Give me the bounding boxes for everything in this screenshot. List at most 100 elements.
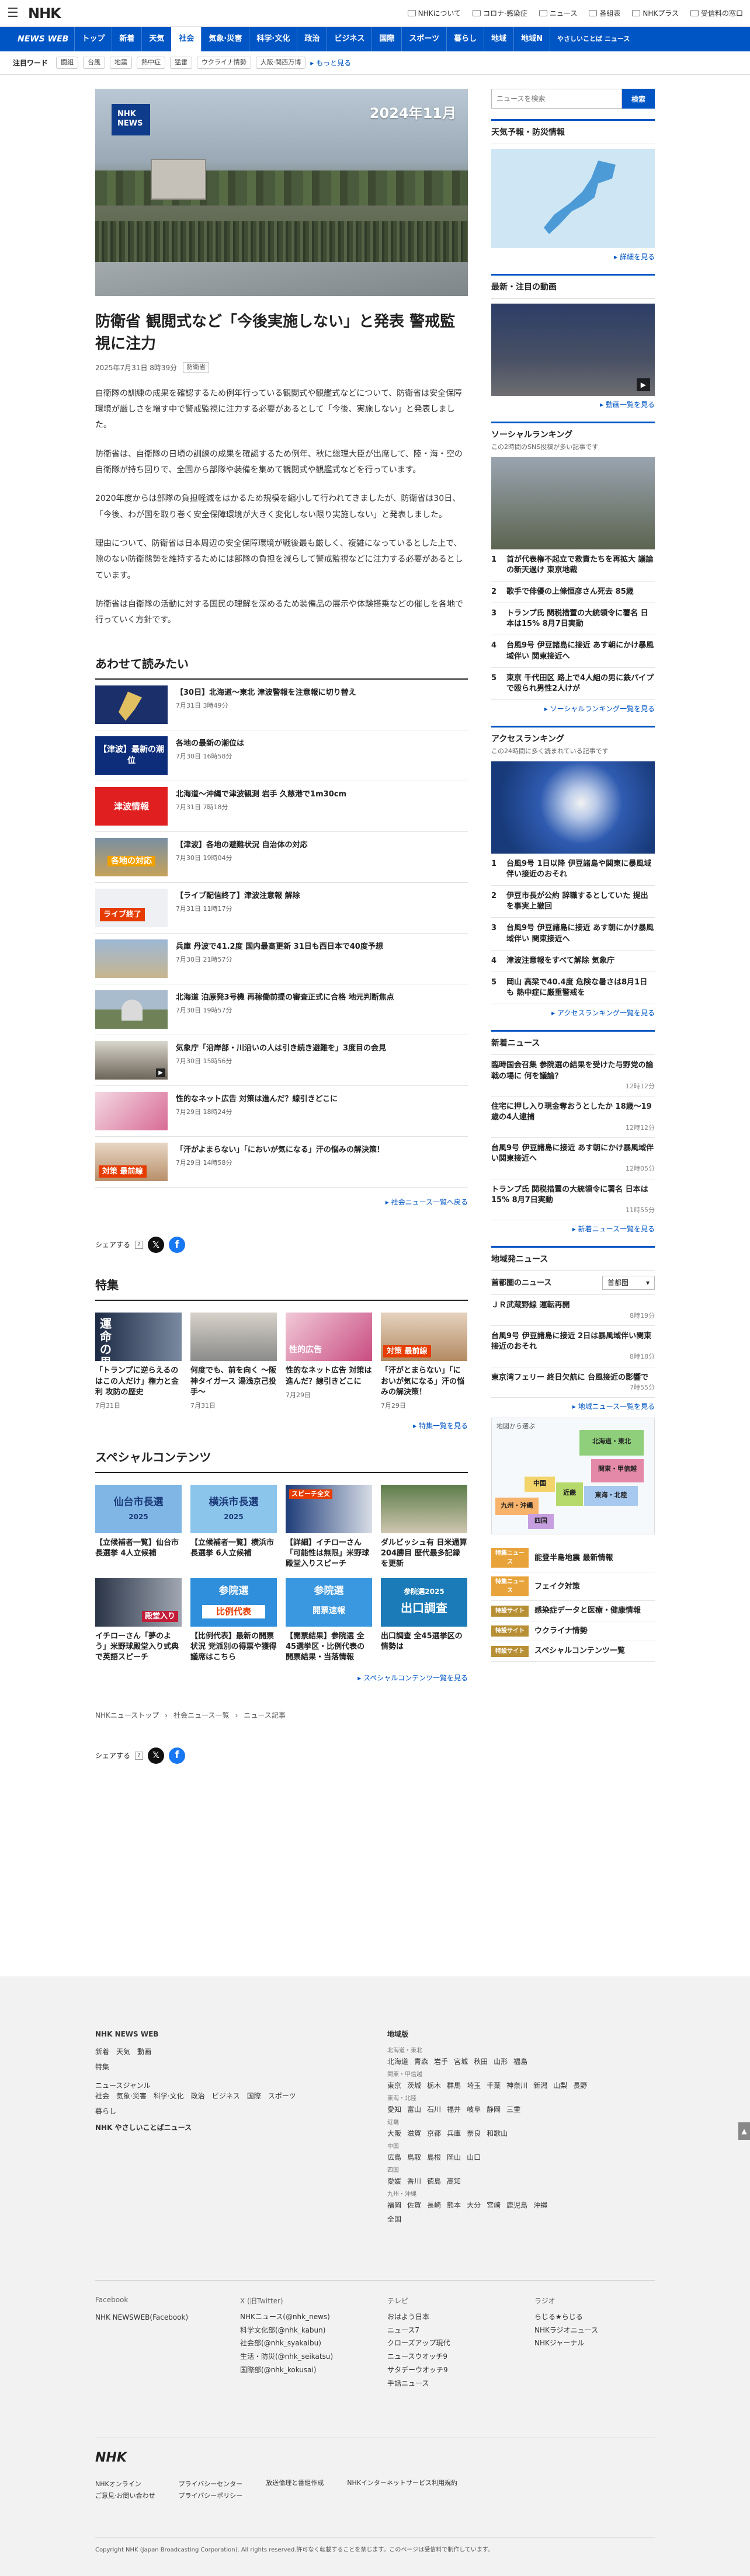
footer-link[interactable]: 社会部(@nhk_syakaibu) — [240, 2337, 369, 2350]
nav-item-politics[interactable]: 政治 — [297, 27, 327, 51]
related-item[interactable]: ライブ終了 【ライブ配信終了】津波注意報 解除 7月31日 11時17分 — [95, 883, 468, 934]
related-item[interactable]: 各地の対応 【津波】各地の避難状況 自治体の対応 7月30日 19時04分 — [95, 832, 468, 883]
footer-pref-link[interactable]: 新潟 — [533, 2080, 547, 2091]
topic-link[interactable]: 特設サイト スペシャルコンテンツ一覧 — [491, 1641, 655, 1662]
footer-nhk-logo[interactable]: NHK — [95, 2448, 127, 2467]
related-item[interactable]: 性的なネット広告 対策は進んだ？線引きどこに 7月29日 18時24分 — [95, 1086, 468, 1137]
footer-pref-link[interactable]: 大分 — [467, 2200, 481, 2211]
footer-pref-link[interactable]: 埼玉 — [467, 2080, 481, 2091]
footer-pref-link[interactable]: 群馬 — [447, 2080, 461, 2091]
footer-link[interactable]: NHKオンライン — [95, 2478, 155, 2490]
help-icon[interactable]: ? — [135, 1751, 144, 1760]
footer-pref-link[interactable]: 広島 — [387, 2152, 401, 2163]
footer-link[interactable]: らじる★らじる — [534, 2310, 651, 2324]
video-thumb[interactable]: ▶ — [491, 304, 655, 396]
footer-pref-link[interactable]: 佐賀 — [407, 2200, 421, 2211]
footer-link[interactable]: 生活・防災(@nhk_seikatsu) — [240, 2350, 369, 2363]
nav-item-latest[interactable]: 新着 — [112, 27, 141, 51]
trend-tag[interactable]: 熱中症 — [137, 57, 166, 69]
footer-link[interactable]: サタデーウオッチ9 — [387, 2363, 516, 2377]
footer-pref-link[interactable]: 長崎 — [427, 2200, 441, 2211]
footer-pref-link[interactable]: 石川 — [427, 2104, 441, 2115]
help-icon[interactable]: ? — [135, 1241, 144, 1249]
society-list-link[interactable]: ▸ 社会ニュース一覧へ戻る — [95, 1197, 468, 1207]
nav-item-life[interactable]: 暮らし — [446, 27, 484, 51]
region-shikoku[interactable]: 四国 — [528, 1514, 554, 1530]
footer-pref-link[interactable]: 岐阜 — [467, 2104, 481, 2115]
footer-link[interactable]: 放送倫理と番組作成 — [266, 2478, 324, 2502]
footer-pref-link[interactable]: 山梨 — [553, 2080, 567, 2091]
search-input[interactable] — [491, 89, 622, 109]
footer-pref-link[interactable]: 香川 — [407, 2176, 421, 2187]
footer-pref-link[interactable]: 高知 — [447, 2176, 461, 2187]
weather-map[interactable] — [491, 149, 655, 248]
special-card[interactable]: 参院選 比例代表 【比例代表】最新の開票状況 党派別の得票や獲得議席はこちら — [190, 1578, 277, 1663]
news-web-logo[interactable]: NEWS WEB — [0, 33, 74, 46]
special-card[interactable]: 仙台市長選 2025 【立候補者一覧】仙台市長選挙 4人立候補 — [95, 1484, 182, 1570]
footer-pref-link[interactable]: 滋賀 — [407, 2128, 421, 2139]
footer-link[interactable]: スポーツ — [268, 2091, 296, 2101]
feature-card[interactable]: 性的広告 性的なネット広告 対策は進んだ？線引きどこに 7月29日 — [286, 1313, 372, 1411]
footer-pref-link[interactable]: 鳥取 — [407, 2152, 421, 2163]
x-share-icon[interactable]: 𝕏 — [148, 1237, 165, 1254]
nav-item-disaster[interactable]: 気象·災害 — [201, 27, 249, 51]
feature-card[interactable]: 運命の男 「トランプに逆らえるのはこの人だけ」権力と金利 攻防の歴史7月31日 — [95, 1313, 182, 1411]
footer-link[interactable]: NHKインターネットサービス利用規約 — [347, 2478, 457, 2502]
special-card[interactable]: ダルビッシュ有 日米通算204勝目 歴代最多記録を更新 — [381, 1484, 467, 1570]
nav-item-business[interactable]: ビジネス — [327, 27, 371, 51]
special-card[interactable]: スピーチ全文 【詳細】イチローさん「可能性は無限」米野球殿堂入りスピーチ — [286, 1484, 372, 1570]
ranking-item[interactable]: 1 首が代表権不起立で救責たちを再拡大 議論の新天過け 東京地裁 — [491, 549, 655, 582]
header-link-news[interactable]: ニュース — [539, 8, 577, 19]
footer-pref-link[interactable]: 秋田 — [474, 2056, 488, 2067]
footer-pref-link[interactable]: 奈良 — [467, 2128, 481, 2139]
footer-link[interactable]: 社会 — [95, 2091, 109, 2101]
trend-tag[interactable]: 猛雷 — [170, 57, 193, 69]
footer-link[interactable]: 科学文化部(@nhk_kabun) — [240, 2324, 369, 2337]
footer-pref-link[interactable]: 富山 — [407, 2104, 421, 2115]
nhk-logo[interactable]: NHK — [28, 3, 61, 24]
region-kinki[interactable]: 近畿 — [556, 1482, 583, 1506]
footer-link[interactable]: 政治 — [191, 2091, 205, 2101]
trend-tag[interactable]: 地震 — [110, 57, 133, 69]
access-more-link[interactable]: ▸ アクセスランキング一覧を見る — [491, 1008, 655, 1018]
feature-card[interactable]: 対策 最前線 「汗がとまらない」「においが気になる」汗の悩みの解決策！ 7月29日 — [381, 1313, 467, 1411]
footer-link[interactable]: 動画 — [137, 2046, 151, 2057]
region-kyushu-okinawa[interactable]: 九州・沖縄 — [495, 1498, 539, 1516]
ranking-item[interactable]: 3 トランプ氏 関税措置の大統領令に署名 日本は15% 8月7日実動 — [491, 603, 655, 636]
ranking-item[interactable]: 3 台風9号 伊豆諸島に接近 あす朝にかけ暴風域伴い 関東接近へ — [491, 918, 655, 951]
region-chugoku[interactable]: 中国 — [525, 1477, 555, 1492]
trend-tag[interactable]: ウクライナ情勢 — [197, 57, 251, 69]
footer-pref-link[interactable]: 沖縄 — [533, 2200, 547, 2211]
ranking-item[interactable]: 5 岡山 高梁で40.4度 危険な暑さは8月1日も 熱中症に厳重警戒を — [491, 972, 655, 1005]
features-list-link[interactable]: ▸ 特集一覧を見る — [95, 1421, 468, 1431]
search-button[interactable]: 検索 — [622, 89, 655, 109]
footer-link[interactable]: 新着 — [95, 2046, 109, 2057]
nav-item-weather[interactable]: 天気 — [141, 27, 171, 51]
footer-pref-link[interactable]: 福井 — [447, 2104, 461, 2115]
footer-link[interactable]: プライバシーセンター — [179, 2478, 243, 2490]
footer-link-all[interactable]: 全国 — [387, 2214, 650, 2225]
page-top-button[interactable]: ▲ — [738, 2122, 750, 2140]
footer-link[interactable]: NHK NEWSWEB(Facebook) — [95, 2312, 224, 2323]
menu-icon[interactable]: ☰ — [7, 4, 28, 23]
related-item[interactable]: 対策 最前線 「汗がよまらない」「においが気になる」汗の悩みの解決策！ 7月29日… — [95, 1137, 468, 1188]
footer-link[interactable]: ニュースウオッチ9 — [387, 2350, 516, 2363]
footer-link[interactable]: 国際 — [247, 2091, 261, 2101]
region-select[interactable]: 首都圏 ▾ — [602, 1276, 655, 1290]
footer-pref-link[interactable]: 大阪 — [387, 2128, 401, 2139]
ranking-item[interactable]: 2 伊豆市長が公約 辞職するとしていた 提出を事実上撤回 — [491, 886, 655, 918]
feature-card[interactable]: 何度でも、前を向く 〜阪神タイガース 湯浅京己投手〜 7月31日 — [190, 1313, 277, 1411]
latest-news-item[interactable]: 住宅に押し入り現金奪おうとしたか 18歳〜19歳の4人逮捕 12時12分 — [491, 1096, 655, 1138]
special-list-link[interactable]: ▸ スペシャルコンテンツ一覧を見る — [95, 1673, 468, 1683]
trend-tag[interactable]: 闘組 — [56, 57, 79, 69]
latest-news-item[interactable]: トランプ氏 関税措置の大統領令に署名 日本は15% 8月7日実動 11時55分 — [491, 1179, 655, 1221]
region-hokkaido-tohoku[interactable]: 北海道・東北 — [579, 1430, 644, 1456]
latest-more-link[interactable]: ▸ 新着ニュース一覧を見る — [491, 1224, 655, 1234]
region-tokai-hokuriku[interactable]: 東海・北陸 — [584, 1486, 638, 1506]
latest-news-item[interactable]: 台風9号 伊豆諸島に接近 あす朝にかけ暴風域伴い関東接近へ 12時05分 — [491, 1138, 655, 1179]
footer-pref-link[interactable]: 茨城 — [407, 2080, 421, 2091]
header-link-corona[interactable]: コロナ·感染症 — [473, 8, 527, 19]
footer-pref-link[interactable]: 東京 — [387, 2080, 401, 2091]
footer-pref-link[interactable]: 島根 — [427, 2152, 441, 2163]
special-card[interactable]: 参院選 開票速報 【開票結果】参院選 全45選挙区・比例代表の開票結果・当落情報 — [286, 1578, 372, 1663]
